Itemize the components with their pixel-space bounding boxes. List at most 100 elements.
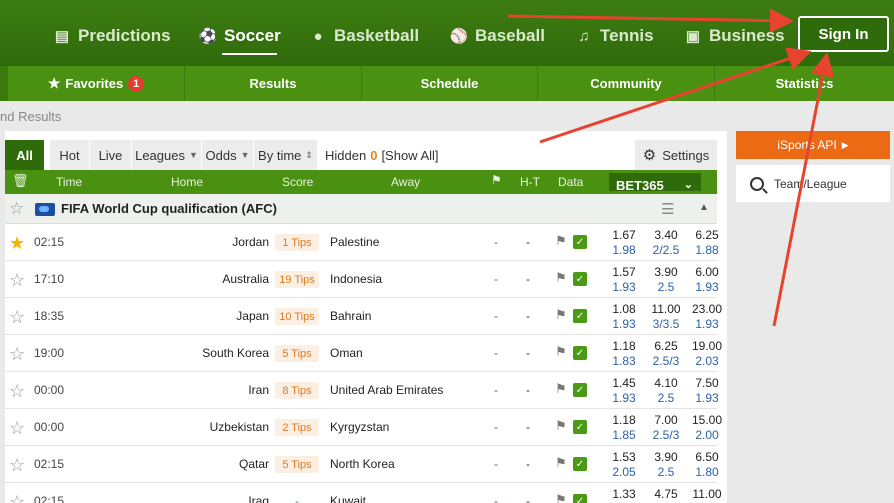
away-team[interactable]: Kuwait: [330, 494, 366, 503]
star-filled-icon[interactable]: ★: [9, 233, 25, 254]
nav-business[interactable]: ▣ Business: [684, 24, 785, 48]
star-outline-icon[interactable]: ☆: [9, 307, 25, 328]
odds-cell[interactable]: 6.25 2.5/3: [645, 339, 687, 369]
match-row[interactable]: ☆ 18:35 Japan 10 Tips Bahrain - - ⚑ ✓ 1.08 1.93 11.…: [5, 298, 722, 335]
tips-badge[interactable]: 1 Tips: [275, 234, 319, 251]
home-team[interactable]: Iran: [248, 383, 269, 397]
odds-dropdown[interactable]: Odds ▼: [202, 140, 254, 170]
star-outline-icon[interactable]: ☆: [9, 344, 25, 365]
odds-cell[interactable]: 1.18 1.83: [603, 339, 645, 369]
odds-cell[interactable]: 1.57 1.93: [603, 265, 645, 295]
match-row[interactable]: ☆ 02:15 Qatar 5 Tips North Korea - - ⚑ ✓ 1.53 2.05…: [5, 446, 719, 483]
tips-badge[interactable]: 5 Tips: [275, 456, 319, 473]
flag-icon[interactable]: ⚑: [555, 270, 567, 286]
tips-badge[interactable]: 2 Tips: [275, 419, 319, 436]
home-team[interactable]: Uzbekistan: [210, 420, 269, 434]
show-all-link[interactable]: [Show All]: [381, 148, 438, 163]
data-check-icon[interactable]: ✓: [573, 235, 587, 249]
list-menu-icon[interactable]: ☰: [661, 200, 674, 218]
data-check-icon[interactable]: ✓: [573, 272, 587, 286]
sort-by-time-button[interactable]: By time ⇕: [254, 140, 318, 170]
nav-predictions[interactable]: ▤ Predictions: [53, 24, 171, 48]
tips-badge[interactable]: 8 Tips: [275, 382, 319, 399]
filter-hot-button[interactable]: Hot: [50, 140, 90, 170]
match-row[interactable]: ☆ 02:15 Iraq - Kuwait - - ⚑ ✓ 1.33 4.75 11.00: [5, 483, 722, 503]
match-row[interactable]: ☆ 00:00 Uzbekistan 2 Tips Kyrgyzstan - - ⚑ ✓ 1.18…: [5, 409, 722, 446]
odds-cell[interactable]: 19.00 2.03: [686, 339, 728, 369]
star-outline-icon[interactable]: ☆: [9, 199, 24, 219]
tips-badge[interactable]: -: [275, 493, 319, 503]
nav-basketball[interactable]: ● Basketball: [309, 24, 419, 48]
star-outline-icon[interactable]: ☆: [9, 381, 25, 402]
tips-badge[interactable]: 5 Tips: [275, 345, 319, 362]
flag-icon[interactable]: ⚑: [555, 233, 567, 249]
flag-icon[interactable]: ⚑: [555, 344, 567, 360]
odds-cell[interactable]: 6.25 1.88: [686, 228, 728, 258]
odds-cell[interactable]: 1.45 1.93: [603, 376, 645, 406]
tips-badge[interactable]: 19 Tips: [275, 271, 319, 288]
odds-cell[interactable]: 1.53 2.05: [603, 450, 645, 480]
home-team[interactable]: Australia: [222, 272, 269, 286]
data-check-icon[interactable]: ✓: [573, 494, 587, 503]
filter-all-button[interactable]: All: [5, 140, 45, 170]
data-check-icon[interactable]: ✓: [573, 346, 587, 360]
star-outline-icon[interactable]: ☆: [9, 270, 25, 291]
odds-cell[interactable]: 3.90 2.5: [645, 265, 687, 295]
odds-cell[interactable]: 11.00: [686, 487, 728, 502]
odds-cell[interactable]: 23.00 1.93: [686, 302, 728, 332]
odds-cell[interactable]: 7.50 1.93: [686, 376, 728, 406]
away-team[interactable]: North Korea: [330, 457, 395, 471]
data-check-icon[interactable]: ✓: [573, 383, 587, 397]
star-outline-icon[interactable]: ☆: [9, 492, 25, 503]
match-row[interactable]: ☆ 17:10 Australia 19 Tips Indonesia - - ⚑ ✓ 1.57 1…: [5, 261, 719, 298]
home-team[interactable]: Iraq: [248, 494, 269, 503]
odds-cell[interactable]: 6.00 1.93: [686, 265, 728, 295]
subnav-statistics[interactable]: Statistics: [715, 66, 894, 101]
odds-cell[interactable]: 3.40 2/2.5: [645, 228, 687, 258]
odds-cell[interactable]: 1.08 1.93: [603, 302, 645, 332]
data-check-icon[interactable]: ✓: [573, 420, 587, 434]
flag-icon[interactable]: ⚑: [555, 307, 567, 323]
settings-button[interactable]: ⚙ Settings: [635, 140, 717, 170]
subnav-results[interactable]: Results: [185, 66, 362, 101]
match-row[interactable]: ★ 02:15 Jordan 1 Tips Palestine - - ⚑ ✓ 1.67 1.98 3…: [5, 224, 719, 261]
odds-cell[interactable]: 1.67 1.98: [603, 228, 645, 258]
leagues-dropdown[interactable]: Leagues ▼: [132, 140, 202, 170]
away-team[interactable]: Palestine: [330, 235, 379, 249]
filter-live-button[interactable]: Live: [90, 140, 132, 170]
home-team[interactable]: Jordan: [232, 235, 269, 249]
odds-cell[interactable]: 11.00 3/3.5: [645, 302, 687, 332]
away-team[interactable]: Oman: [330, 346, 363, 360]
bookmaker-select[interactable]: BET365 ⌄: [609, 173, 701, 193]
away-team[interactable]: United Arab Emirates: [330, 383, 443, 397]
away-team[interactable]: Kyrgyzstan: [330, 420, 389, 434]
data-check-icon[interactable]: ✓: [573, 309, 587, 323]
trash-icon[interactable]: 🗑: [12, 173, 29, 189]
nav-baseball[interactable]: ⚾ Baseball: [450, 24, 545, 48]
sign-in-button[interactable]: Sign In: [798, 16, 889, 52]
odds-cell[interactable]: 3.90 2.5: [645, 450, 687, 480]
nav-soccer[interactable]: ⚽ Soccer: [199, 24, 281, 48]
away-team[interactable]: Bahrain: [330, 309, 371, 323]
odds-cell[interactable]: 7.00 2.5/3: [645, 413, 687, 443]
nav-tennis[interactable]: ♫ Tennis: [575, 24, 653, 48]
subnav-favorites[interactable]: ★ Favorites 1: [8, 66, 185, 101]
odds-cell[interactable]: 6.50 1.80: [686, 450, 728, 480]
flag-icon[interactable]: ⚑: [555, 492, 567, 503]
star-outline-icon[interactable]: ☆: [9, 455, 25, 476]
match-row[interactable]: ☆ 19:00 South Korea 5 Tips Oman - - ⚑ ✓ 1.18 1.83 6…: [5, 335, 722, 372]
team-league-search[interactable]: Team/League: [736, 165, 890, 202]
collapse-icon[interactable]: ▲: [699, 202, 709, 213]
away-team[interactable]: Indonesia: [330, 272, 382, 286]
home-team[interactable]: Japan: [236, 309, 269, 323]
tips-badge[interactable]: 10 Tips: [275, 308, 319, 325]
odds-cell[interactable]: 4.75: [645, 487, 687, 502]
flag-icon[interactable]: ⚑: [555, 455, 567, 471]
home-team[interactable]: South Korea: [202, 346, 269, 360]
flag-icon[interactable]: ⚑: [555, 418, 567, 434]
home-team[interactable]: Qatar: [239, 457, 269, 471]
data-check-icon[interactable]: ✓: [573, 457, 587, 471]
subnav-community[interactable]: Community: [538, 66, 715, 101]
odds-cell[interactable]: 4.10 2.5: [645, 376, 687, 406]
odds-cell[interactable]: 1.33: [603, 487, 645, 502]
